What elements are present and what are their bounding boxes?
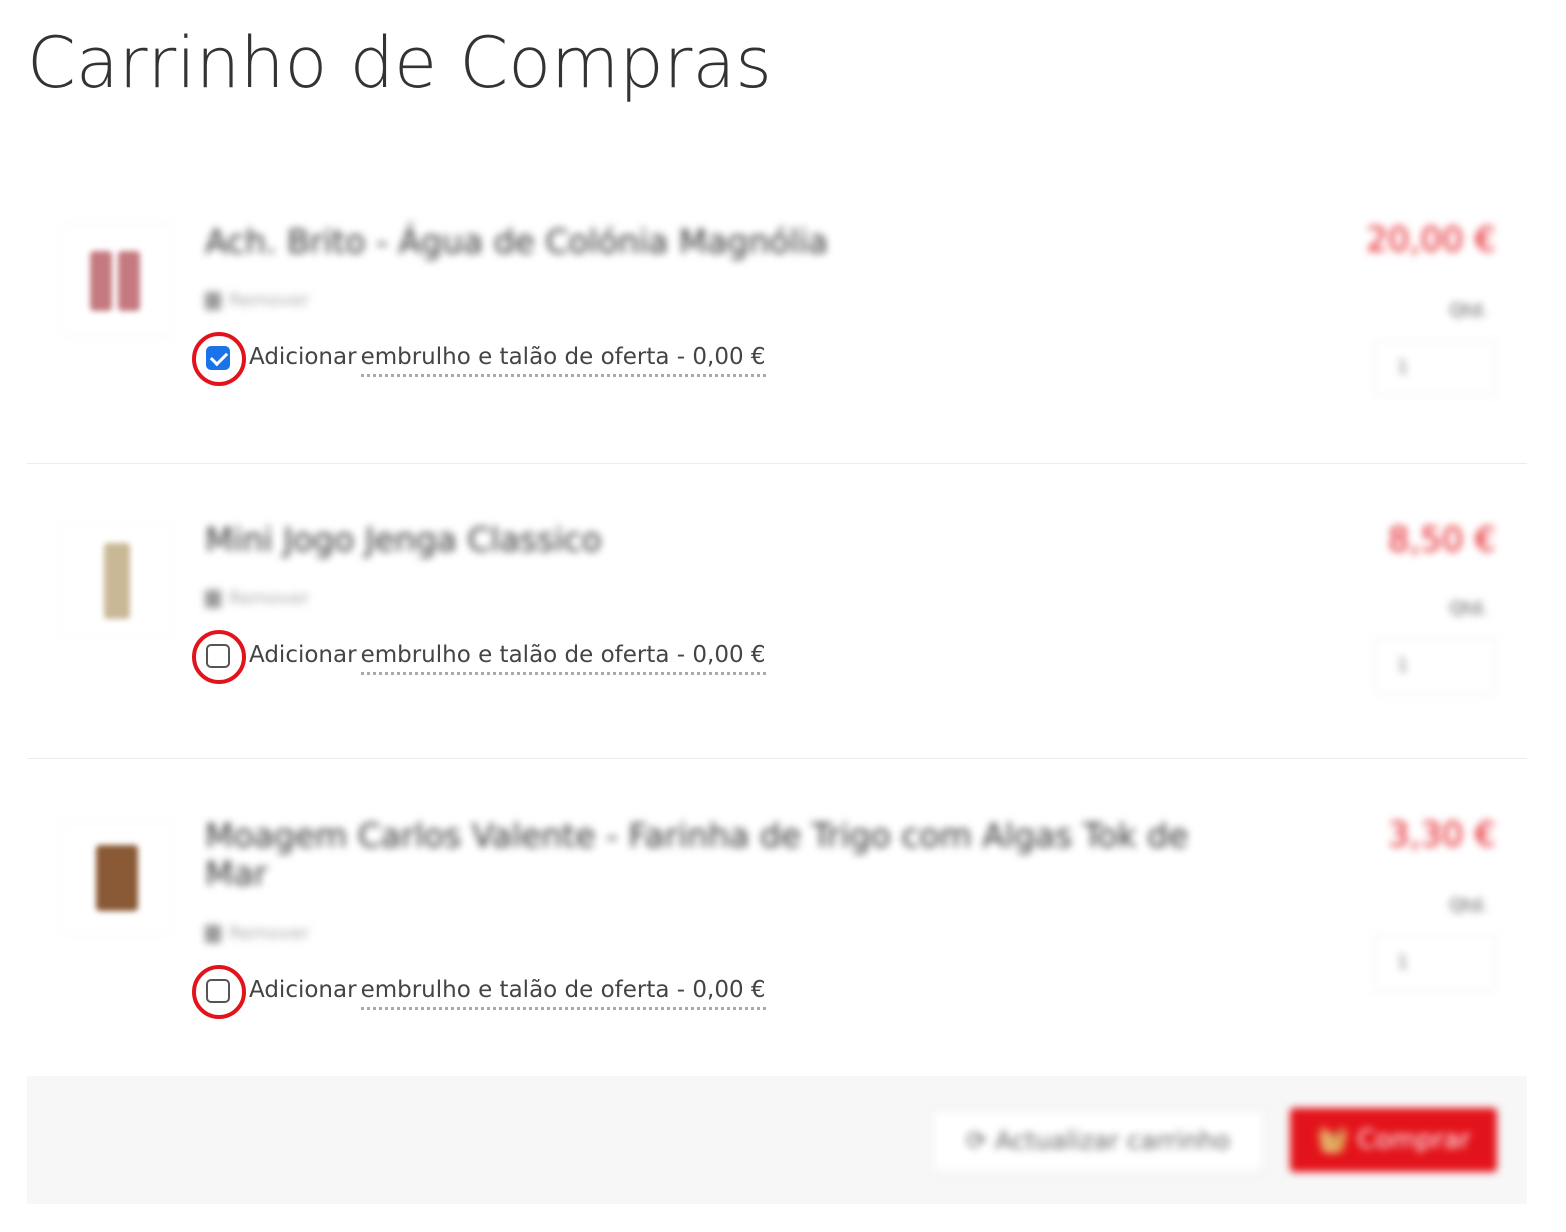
quantity-label: Qtd.: [1449, 598, 1488, 619]
gift-wrap-detail[interactable]: embrulho e talão de oferta - 0,00 €: [360, 977, 766, 1010]
item-price: 8,50 €: [1387, 520, 1496, 560]
trash-icon: [205, 590, 221, 608]
basket-icon: 🧺: [1316, 1125, 1350, 1155]
cart-item: Ach. Brito - Água de Colónia Magnólia Re…: [0, 180, 1566, 465]
gift-wrap-option: Adicionar embrulho e talão de oferta - 0,…: [192, 630, 792, 684]
cart-item: Mini Jogo Jenga Classico Remover Adicion…: [0, 480, 1566, 760]
quantity-input[interactable]: 1: [1374, 340, 1496, 396]
remove-link[interactable]: Remover: [205, 290, 309, 311]
quantity-label: Qtd.: [1449, 895, 1488, 916]
divider: [27, 463, 1527, 464]
quantity-label: Qtd.: [1449, 300, 1488, 321]
item-price: 20,00 €: [1366, 220, 1496, 260]
update-cart-button[interactable]: ⟳ Actualizar carrinho: [933, 1110, 1263, 1172]
product-image[interactable]: [62, 525, 172, 635]
gift-wrap-label: Adicionar embrulho e talão de oferta - 0,…: [249, 642, 766, 675]
refresh-icon: ⟳: [966, 1126, 987, 1155]
quantity-input[interactable]: 1: [1374, 935, 1496, 991]
page-title: Carrinho de Compras: [27, 22, 772, 104]
product-name[interactable]: Mini Jogo Jenga Classico: [205, 520, 602, 559]
product-image[interactable]: [62, 823, 172, 933]
trash-icon: [205, 925, 221, 943]
gift-wrap-label: Adicionar embrulho e talão de oferta - 0,…: [249, 977, 766, 1010]
buy-button[interactable]: 🧺 Comprar: [1290, 1108, 1497, 1172]
divider: [27, 758, 1527, 759]
product-name[interactable]: Moagem Carlos Valente - Farinha de Trigo…: [205, 817, 1235, 893]
gift-wrap-checkbox[interactable]: [206, 346, 230, 370]
gift-wrap-option: Adicionar embrulho e talão de oferta - 0,…: [192, 332, 792, 386]
gift-wrap-detail[interactable]: embrulho e talão de oferta - 0,00 €: [360, 344, 766, 377]
trash-icon: [205, 292, 221, 310]
gift-wrap-detail[interactable]: embrulho e talão de oferta - 0,00 €: [360, 642, 766, 675]
quantity-input[interactable]: 1: [1374, 638, 1496, 694]
product-name[interactable]: Ach. Brito - Água de Colónia Magnólia: [205, 222, 828, 261]
item-price: 3,30 €: [1387, 815, 1496, 855]
remove-link[interactable]: Remover: [205, 923, 309, 944]
product-image[interactable]: [62, 225, 172, 335]
gift-wrap-checkbox[interactable]: [206, 979, 230, 1003]
cart-item: Moagem Carlos Valente - Farinha de Trigo…: [0, 775, 1566, 1075]
gift-wrap-label: Adicionar embrulho e talão de oferta - 0,…: [249, 344, 766, 377]
remove-link[interactable]: Remover: [205, 588, 309, 609]
gift-wrap-option: Adicionar embrulho e talão de oferta - 0,…: [192, 965, 792, 1019]
gift-wrap-checkbox[interactable]: [206, 644, 230, 668]
